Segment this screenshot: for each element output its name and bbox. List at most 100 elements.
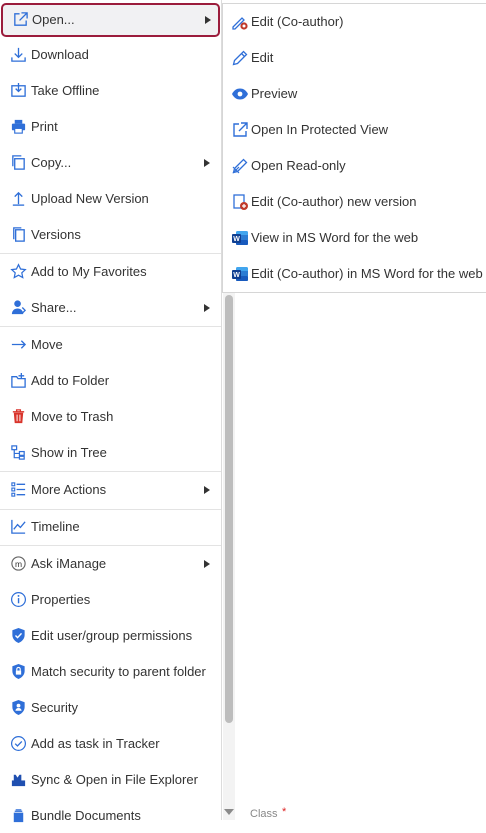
- take-offline-icon: [10, 82, 27, 99]
- svg-text:W: W: [233, 272, 240, 279]
- menu-item-more-actions[interactable]: More Actions: [0, 473, 221, 507]
- submenu-arrow-icon: [204, 560, 210, 568]
- word-icon: W: [231, 229, 249, 247]
- menu-item-label: Print: [31, 119, 58, 134]
- open-external-icon: [231, 121, 249, 139]
- menu-item-properties[interactable]: Properties: [0, 583, 221, 617]
- menu-item-label: Ask iManage: [31, 556, 107, 571]
- eye-icon: [231, 85, 249, 103]
- menu-item-label: Timeline: [31, 519, 80, 534]
- menu-item-label: More Actions: [31, 482, 107, 497]
- submenu-item-label: Edit (Co-author): [251, 14, 344, 29]
- submenu-item-label: Edit: [251, 50, 274, 65]
- menu-item-take-offline[interactable]: Take Offline: [0, 74, 221, 108]
- scroll-down-arrow-icon[interactable]: [224, 809, 234, 815]
- menu-item-label: Bundle Documents: [31, 808, 141, 823]
- menu-item-bundle-documents[interactable]: Bundle Documents: [0, 799, 221, 833]
- menu-item-print[interactable]: Print: [0, 110, 221, 144]
- submenu-item-label: Edit (Co-author) new version: [251, 194, 417, 209]
- word-icon: W: [231, 265, 249, 283]
- menu-item-match-security-to-parent-folder[interactable]: Match security to parent folder: [0, 655, 221, 689]
- menu-item-add-to-folder[interactable]: Add to Folder: [0, 364, 221, 398]
- menu-divider: [0, 253, 221, 254]
- open-external-icon: [12, 11, 29, 28]
- submenu-item-edit-co-author[interactable]: Edit (Co-author): [223, 4, 486, 40]
- menu-item-label: Move to Trash: [31, 409, 114, 424]
- menu-item-label: Sync & Open in File Explorer: [31, 772, 198, 787]
- submenu-arrow-icon: [204, 304, 210, 312]
- add-to-folder-icon: [10, 372, 27, 389]
- menu-item-label: Open...: [32, 12, 75, 27]
- menu-divider: [0, 471, 221, 472]
- submenu-item-open-read-only[interactable]: Open Read-only: [223, 148, 486, 184]
- submenu-arrow-icon: [204, 159, 210, 167]
- menu-item-label: Edit user/group permissions: [31, 628, 193, 643]
- scrollbar-thumb[interactable]: [225, 295, 233, 723]
- menu-divider: [0, 326, 221, 327]
- menu-item-timeline[interactable]: Timeline: [0, 510, 221, 544]
- timeline-chart-icon: [10, 518, 27, 535]
- menu-item-add-as-task-in-tracker[interactable]: Add as task in Tracker: [0, 727, 221, 761]
- menu-item-versions[interactable]: Versions: [0, 218, 221, 252]
- menu-item-label: Properties: [31, 592, 91, 607]
- menu-item-label: Download: [31, 47, 89, 62]
- download-icon: [10, 46, 27, 63]
- trash-icon: [10, 408, 27, 425]
- imanage-ai-icon: m: [10, 555, 27, 572]
- submenu-item-open-in-protected-view[interactable]: Open In Protected View: [223, 112, 486, 148]
- coauthor-edit-icon: [231, 13, 249, 31]
- menu-item-ask-imanage[interactable]: m Ask iManage: [0, 547, 221, 581]
- background-field-label: Class: [250, 808, 278, 820]
- submenu-item-label: Open Read-only: [251, 158, 346, 173]
- menu-item-show-in-tree[interactable]: Show in Tree: [0, 436, 221, 470]
- menu-item-label: Upload New Version: [31, 191, 149, 206]
- submenu-arrow-icon: [204, 486, 210, 494]
- list-icon: [10, 481, 27, 498]
- menu-item-move-to-trash[interactable]: Move to Trash: [0, 400, 221, 434]
- menu-item-label: Versions: [31, 227, 81, 242]
- pencil-crossed-icon: [231, 157, 249, 175]
- submenu-item-edit-co-author-new-version[interactable]: Edit (Co-author) new version: [223, 184, 486, 220]
- menu-item-download[interactable]: Download: [0, 38, 221, 72]
- sync-explorer-icon: [10, 771, 27, 788]
- menu-item-label: Take Offline: [31, 83, 100, 98]
- menu-item-label: Security: [31, 700, 78, 715]
- star-icon: [10, 263, 27, 280]
- submenu-arrow-icon: [205, 16, 211, 24]
- required-marker: *: [282, 806, 287, 818]
- shield-check-icon: [10, 627, 27, 644]
- submenu-item-preview[interactable]: Preview: [223, 76, 486, 112]
- menu-item-label: Match security to parent folder: [31, 664, 206, 679]
- new-version-icon: [231, 193, 249, 211]
- arrow-right-icon: [10, 336, 27, 353]
- menu-item-edit-user-group-permissions[interactable]: Edit user/group permissions: [0, 619, 221, 653]
- menu-item-add-to-my-favorites[interactable]: Add to My Favorites: [0, 255, 221, 289]
- menu-item-label: Copy...: [31, 155, 72, 170]
- check-circle-icon: [10, 735, 27, 752]
- submenu-item-label: Open In Protected View: [251, 122, 389, 137]
- menu-item-security[interactable]: Security: [0, 691, 221, 725]
- menu-item-label: Share...: [31, 300, 77, 315]
- tree-icon: [10, 444, 27, 461]
- menu-item-move[interactable]: Move: [0, 328, 221, 362]
- shield-user-icon: [10, 699, 27, 716]
- copy-icon: [10, 154, 27, 171]
- menu-item-sync-open-in-file-explorer[interactable]: Sync & Open in File Explorer: [0, 763, 221, 797]
- open-submenu: Edit (Co-author) Edit Preview Open In Prote…: [222, 3, 486, 293]
- menu-item-copy[interactable]: Copy...: [0, 146, 221, 180]
- menu-item-label: Show in Tree: [31, 445, 107, 460]
- submenu-item-view-in-ms-word-for-the-web[interactable]: W View in MS Word for the web: [223, 220, 486, 256]
- menu-divider: [0, 509, 221, 510]
- menu-item-label: Add to My Favorites: [31, 264, 147, 279]
- menu-item-label: Add as task in Tracker: [31, 736, 160, 751]
- menu-item-label: Move: [31, 337, 63, 352]
- submenu-item-label: Edit (Co-author) in MS Word for the web: [251, 266, 483, 281]
- submenu-item-edit[interactable]: Edit: [223, 40, 486, 76]
- menu-item-open[interactable]: Open...: [1, 3, 220, 37]
- menu-item-share[interactable]: Share...: [0, 291, 221, 325]
- menu-item-label: Add to Folder: [31, 373, 110, 388]
- submenu-item-edit-co-author-in-ms-word-for-the-web[interactable]: W Edit (Co-author) in MS Word for the web: [223, 256, 486, 292]
- upload-icon: [10, 190, 27, 207]
- submenu-item-label: Preview: [251, 86, 298, 101]
- menu-item-upload-new-version[interactable]: Upload New Version: [0, 182, 221, 216]
